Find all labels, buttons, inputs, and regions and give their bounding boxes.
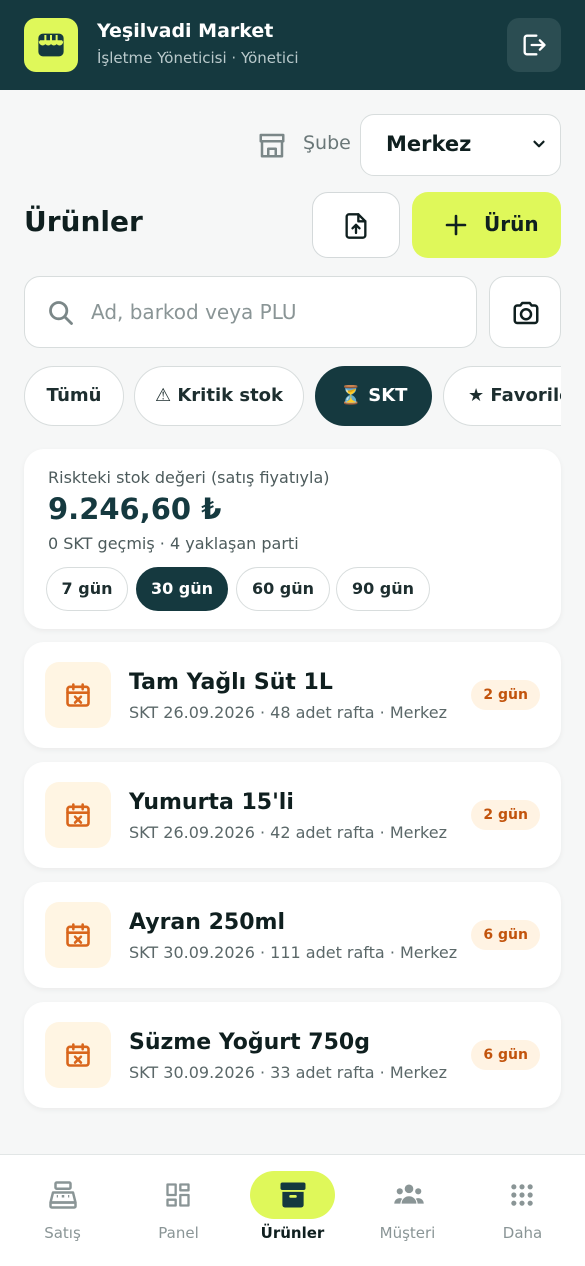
item-name: Yumurta 15'li bbox=[129, 790, 294, 815]
barcode-scan-button[interactable] bbox=[489, 276, 561, 348]
bottom-navigation: Satış Panel Ürünler Müşteri Daha bbox=[0, 1154, 585, 1266]
branch-label: Şube bbox=[303, 132, 351, 154]
period-60-days[interactable]: 60 gün bbox=[236, 567, 330, 611]
users-icon bbox=[394, 1184, 424, 1204]
search-icon bbox=[49, 301, 73, 325]
chip-all[interactable]: Tümü bbox=[24, 366, 124, 426]
add-product-button[interactable]: Ürün bbox=[412, 192, 561, 258]
risk-subtext: 0 SKT geçmiş · 4 yaklaşan parti bbox=[48, 534, 299, 553]
nav-dashboard[interactable]: Panel bbox=[120, 1155, 237, 1266]
app-header: Yeşilvadi Market İşletme Yöneticisi · Yö… bbox=[0, 0, 585, 90]
search-box[interactable] bbox=[24, 276, 477, 348]
risk-value: 9.246,60 ₺ bbox=[48, 492, 222, 526]
grid-dots-icon bbox=[511, 1184, 533, 1206]
item-meta: SKT 26.09.2026 · 42 adet rafta · Merkez bbox=[129, 823, 447, 842]
cash-register-icon bbox=[49, 1181, 77, 1209]
nav-customers-label: Müşteri bbox=[379, 1224, 436, 1242]
nav-products-pill bbox=[250, 1171, 335, 1219]
risk-label: Riskteki stok değeri (satış fiyatıyla) bbox=[48, 468, 330, 487]
camera-icon bbox=[513, 301, 539, 325]
nav-sales-label: Satış bbox=[44, 1224, 81, 1242]
days-left-badge: 2 gün bbox=[471, 680, 540, 710]
item-name: Tam Yağlı Süt 1L bbox=[129, 670, 333, 695]
chip-critical-stock[interactable]: ⚠ Kritik stok bbox=[134, 366, 304, 426]
branch-store-icon bbox=[257, 131, 287, 163]
list-item[interactable]: Tam Yağlı Süt 1L SKT 26.09.2026 · 48 ade… bbox=[24, 642, 561, 748]
risk-summary-card: Riskteki stok değeri (satış fiyatıyla) 9… bbox=[24, 449, 561, 629]
period-30-days[interactable]: 30 gün bbox=[136, 567, 228, 611]
nav-more-pill bbox=[480, 1171, 565, 1219]
store-name: Yeşilvadi Market bbox=[97, 20, 274, 42]
calendar-x-icon bbox=[45, 662, 111, 728]
item-name: Ayran 250ml bbox=[129, 910, 285, 935]
list-item[interactable]: Ayran 250ml SKT 30.09.2026 · 111 adet ra… bbox=[24, 882, 561, 988]
search-input[interactable] bbox=[91, 295, 461, 329]
chip-expiry[interactable]: ⏳ SKT bbox=[315, 366, 432, 426]
chevron-down-icon bbox=[533, 140, 545, 148]
nav-products-label: Ürünler bbox=[260, 1224, 325, 1242]
export-button[interactable] bbox=[312, 192, 400, 258]
nav-more-label: Daha bbox=[502, 1224, 543, 1242]
dashboard-icon bbox=[166, 1183, 190, 1207]
filter-chips: Tümü ⚠ Kritik stok ⏳ SKT ★ Favoriler bbox=[24, 366, 561, 426]
user-role: İşletme Yöneticisi · Yönetici bbox=[97, 49, 299, 67]
store-icon bbox=[24, 18, 78, 72]
days-left-badge: 6 gün bbox=[471, 920, 540, 950]
logout-icon bbox=[523, 34, 546, 56]
period-90-days[interactable]: 90 gün bbox=[336, 567, 430, 611]
logout-button[interactable] bbox=[507, 18, 561, 72]
nav-dashboard-pill bbox=[136, 1171, 221, 1219]
nav-dashboard-label: Panel bbox=[158, 1224, 199, 1242]
plus-icon bbox=[445, 214, 467, 236]
item-meta: SKT 30.09.2026 · 33 adet rafta · Merkez bbox=[129, 1063, 447, 1082]
nav-customers-pill bbox=[365, 1171, 450, 1219]
item-meta: SKT 30.09.2026 · 111 adet rafta · Merkez bbox=[129, 943, 458, 962]
branch-select[interactable]: Merkez bbox=[360, 114, 561, 176]
calendar-x-icon bbox=[45, 1022, 111, 1088]
page-title: Ürünler bbox=[24, 205, 143, 238]
calendar-x-icon bbox=[45, 782, 111, 848]
file-upload-icon bbox=[345, 213, 367, 239]
archive-box-icon bbox=[280, 1182, 306, 1208]
calendar-x-icon bbox=[45, 902, 111, 968]
nav-products[interactable]: Ürünler bbox=[234, 1155, 351, 1266]
item-name: Süzme Yoğurt 750g bbox=[129, 1030, 370, 1055]
list-item[interactable]: Yumurta 15'li SKT 26.09.2026 · 42 adet r… bbox=[24, 762, 561, 868]
nav-sales[interactable]: Satış bbox=[4, 1155, 121, 1266]
branch-selected-value: Merkez bbox=[386, 132, 472, 156]
nav-more[interactable]: Daha bbox=[464, 1155, 581, 1266]
nav-customers[interactable]: Müşteri bbox=[349, 1155, 466, 1266]
nav-sales-pill bbox=[20, 1171, 105, 1219]
days-left-badge: 2 gün bbox=[471, 800, 540, 830]
item-meta: SKT 26.09.2026 · 48 adet rafta · Merkez bbox=[129, 703, 447, 722]
days-left-badge: 6 gün bbox=[471, 1040, 540, 1070]
add-product-label: Ürün bbox=[484, 212, 539, 236]
chip-favorites[interactable]: ★ Favoriler bbox=[443, 366, 561, 426]
period-7-days[interactable]: 7 gün bbox=[46, 567, 128, 611]
list-item[interactable]: Süzme Yoğurt 750g SKT 30.09.2026 · 33 ad… bbox=[24, 1002, 561, 1108]
